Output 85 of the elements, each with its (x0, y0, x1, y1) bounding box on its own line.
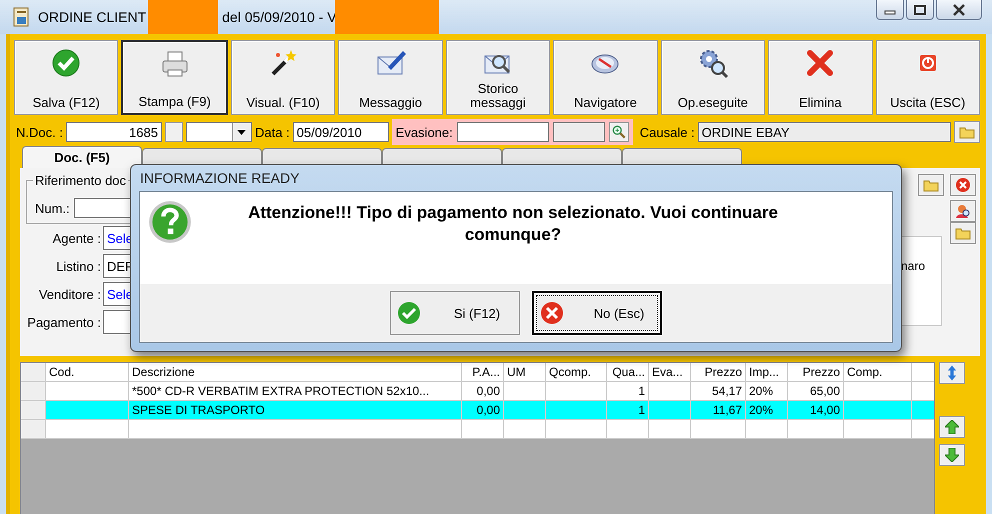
dialog-button[interactable]: No (Esc) (532, 291, 662, 335)
user-search-icon (955, 203, 971, 219)
folder-icon (955, 226, 971, 240)
disabled-field (552, 122, 605, 142)
sort-button[interactable] (939, 362, 965, 384)
field-label: Causale : (640, 124, 695, 140)
table-cell: 11,67 (712, 403, 742, 417)
table-cell: 0,00 (476, 403, 500, 417)
table-cell: SPESE DI TRASPORTO (132, 403, 265, 417)
document-number-field[interactable]: 1685 (66, 122, 162, 142)
tab[interactable]: Doc. (F5) (22, 146, 142, 168)
move-up-button[interactable] (939, 416, 965, 438)
field-label: Listino : (55, 258, 102, 274)
move-down-button[interactable] (939, 444, 965, 466)
field-label: N.Doc. : (16, 124, 63, 140)
field-label: Data : (254, 124, 290, 140)
field-label: Agente : (52, 230, 102, 246)
small-button[interactable] (164, 122, 183, 142)
table-row[interactable]: SPESE DI TRASPORTO 0,00 1 11,67 20% 14,00 (21, 401, 934, 420)
table-cell: 20% (749, 403, 774, 417)
check-icon (50, 47, 82, 79)
table-cell: 65,00 (810, 384, 840, 398)
dialog-button[interactable]: Si (F12) (390, 291, 520, 335)
column-header[interactable]: Prezzo (788, 363, 844, 381)
down-arrow-icon (945, 448, 959, 462)
toolbar-button[interactable]: Elimina (768, 40, 872, 115)
table-cell: 54,17 (712, 384, 742, 398)
toolbar-button[interactable]: Visual. (F10) (230, 40, 336, 115)
reason-field[interactable]: ORDINE EBAY (698, 122, 951, 142)
magnifier-icon (612, 125, 626, 139)
folder-icon (923, 178, 939, 192)
delete-icon (955, 177, 971, 193)
check-icon (397, 301, 421, 325)
table-cell: 0,00 (476, 384, 500, 398)
column-header[interactable]: UM (504, 363, 546, 381)
field-label: Evasione: (396, 124, 453, 140)
delivery-date-field[interactable] (456, 122, 549, 142)
column-header[interactable]: P.A... (462, 363, 504, 381)
table-cell: *500* CD-R VERBATIM EXTRA PROTECTION 52x10... (132, 384, 430, 398)
zoom-button[interactable] (608, 122, 629, 142)
folder-button[interactable] (954, 121, 980, 143)
table-cell: 20% (749, 384, 774, 398)
table-cell: 1 (638, 403, 645, 417)
maximize-icon (913, 4, 927, 14)
date-field[interactable]: 05/09/2010 (292, 122, 389, 142)
column-header[interactable]: Prezzo (691, 363, 746, 381)
folder-button[interactable] (918, 174, 944, 196)
question-icon (148, 200, 192, 244)
column-header[interactable]: Descrizione (129, 363, 462, 381)
column-header[interactable]: Qcomp. (546, 363, 607, 381)
field-label: Pagamento : (26, 314, 102, 330)
folder-icon (959, 125, 975, 139)
table-row[interactable]: *500* CD-R VERBATIM EXTRA PROTECTION 52x10... 0,00 1 54,17 20% 65,00 (21, 382, 934, 401)
toolbar-button[interactable]: Messaggio (338, 40, 443, 115)
column-header[interactable]: Cod. (46, 363, 129, 381)
column-header[interactable]: Qua... (607, 363, 649, 381)
up-down-arrow-icon (947, 365, 957, 381)
toolbar-button[interactable]: Stampa (F9) (121, 40, 228, 115)
close-icon (952, 4, 966, 16)
toolbar-button[interactable]: Op.eseguite (660, 40, 766, 115)
dropdown-arrow-icon (237, 130, 246, 134)
column-header[interactable]: Comp. (844, 363, 912, 381)
toolbar-button[interactable]: Storico messaggi (446, 40, 550, 115)
delete-button[interactable] (950, 174, 976, 196)
table-cell: 14,00 (810, 403, 840, 417)
toolbar-button[interactable]: Salva (F12) (14, 40, 118, 115)
maximize-button[interactable] (906, 0, 934, 20)
window-title: ORDINE CLIENT (38, 9, 146, 25)
field-label: Num.: (35, 200, 70, 216)
table-cell: 1 (638, 384, 645, 398)
series-dropdown[interactable] (186, 122, 252, 142)
close-button[interactable] (936, 0, 982, 20)
column-header[interactable]: Eva... (649, 363, 691, 381)
search-user-button[interactable] (950, 200, 976, 222)
toolbar-button[interactable]: Uscita (ESC) (876, 40, 980, 115)
redaction-block (148, 0, 218, 36)
dialog-message: Attenzione!!! Tipo di pagamento non selezionato. Vuoi continuare comunque? (247, 202, 779, 246)
up-arrow-icon (945, 420, 959, 434)
toolbar-button[interactable]: Navigatore (553, 40, 658, 115)
field-label: Venditore : (38, 286, 102, 302)
cross-icon (540, 301, 564, 325)
dialog-title: INFORMAZIONE READY (139, 169, 300, 188)
minimize-button[interactable] (876, 0, 904, 20)
group-title: Riferimento doc (33, 173, 128, 188)
column-header[interactable]: Imp... (746, 363, 788, 381)
